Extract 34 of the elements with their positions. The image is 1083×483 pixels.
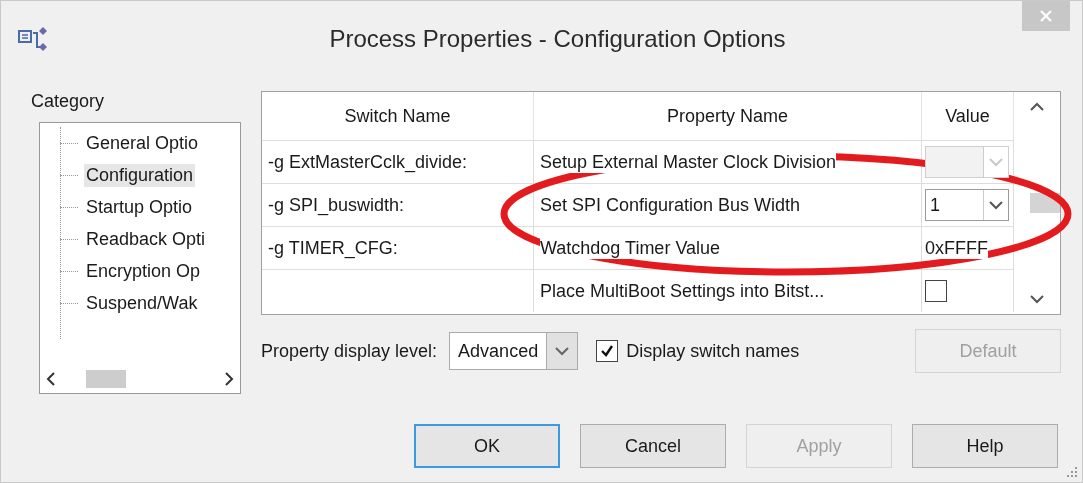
dialog-button[interactable]: OK [414,424,560,468]
display-level-dropdown[interactable]: Advanced [449,332,579,370]
column-header: Switch Name [262,92,534,140]
tree-item[interactable]: Encryption Op [84,259,203,283]
tree-item[interactable]: Configuration [84,163,196,187]
dialog-button[interactable]: Help [912,424,1058,468]
window-title: Process Properties - Configuration Options [328,24,787,53]
checkbox[interactable] [925,280,947,302]
column-header: Property Name [534,92,922,140]
value-dropdown[interactable]: 1 [925,189,1009,221]
chevron-down-icon [1030,295,1044,304]
chevron-down-icon [555,346,570,356]
dialog-button[interactable]: Cancel [580,424,726,468]
table-cell: Watchdog Timer Value [540,237,721,259]
chevron-up-icon [1030,102,1044,111]
scroll-thumb[interactable] [86,370,126,388]
tree-item[interactable]: Startup Optio [84,195,195,219]
tree-item[interactable]: Suspend/Wak [84,291,200,315]
category-label: Category [31,91,106,112]
column-header: Value [922,92,1014,140]
checkbox[interactable] [596,340,619,362]
chevron-left-icon [46,372,56,386]
checkmark-icon [599,343,616,359]
chevron-down-icon [989,200,1003,210]
tree-item[interactable]: General Optio [84,131,201,155]
close-icon [1039,9,1053,23]
checkbox-label: Display switch names [626,340,800,362]
table-cell: Setup External Master Clock Division [540,151,837,173]
resize-grip-icon [1066,466,1078,478]
app-icon [17,24,49,53]
display-level-label: Property display level: [261,340,438,362]
chevron-down-icon [989,157,1003,167]
chevron-right-icon [224,372,234,386]
tree-item[interactable]: Readback Opti [84,227,208,251]
